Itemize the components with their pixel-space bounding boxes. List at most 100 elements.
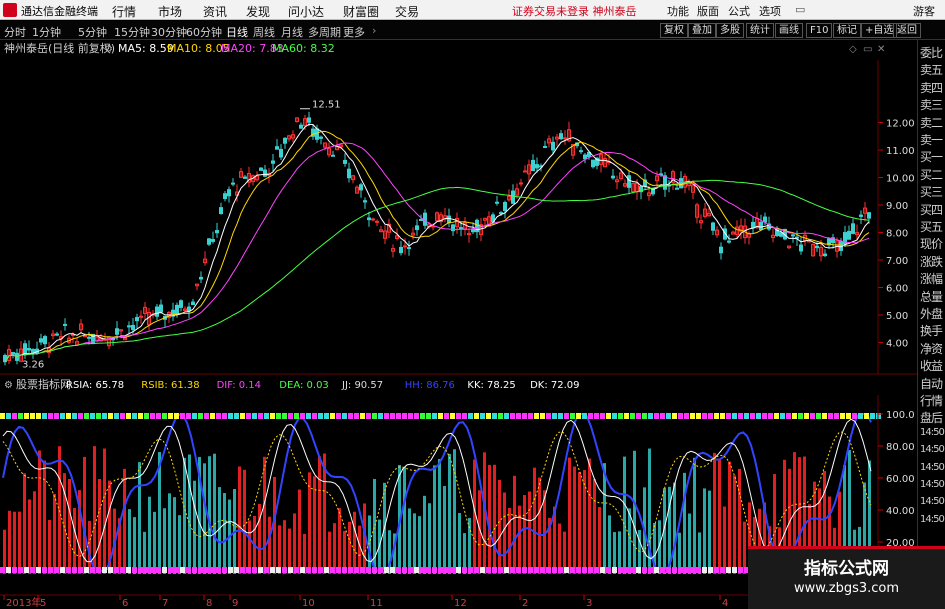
menu-quotes[interactable]: 行情 — [112, 3, 136, 20]
back-button[interactable]: 返回 — [893, 23, 921, 38]
period-daily[interactable]: 日线 — [226, 24, 248, 40]
signal-strip-top — [174, 413, 179, 419]
side-item[interactable]: 买三 — [920, 183, 943, 200]
side-item[interactable]: 14:50 — [920, 496, 945, 507]
side-item[interactable]: 总量 — [920, 288, 943, 305]
side-item[interactable]: 14:50 — [920, 479, 945, 490]
menu-options[interactable]: 选项 — [759, 3, 781, 19]
side-item[interactable]: 14:50 — [920, 514, 945, 525]
signal-strip-bottom — [348, 567, 353, 573]
period-monthly[interactable]: 月线 — [281, 24, 303, 40]
period-1min[interactable]: 1分钟 — [32, 24, 61, 40]
side-item[interactable]: 净资 — [920, 340, 943, 357]
indicator-bar — [503, 492, 506, 574]
side-item[interactable]: 委比 — [920, 44, 943, 61]
indicator-bar — [293, 513, 296, 574]
period-30min[interactable]: 30分钟 — [151, 24, 187, 40]
signal-strip-bottom — [72, 567, 77, 573]
menu-assistant[interactable]: 问小达 — [288, 3, 324, 20]
period-5min[interactable]: 5分钟 — [78, 24, 107, 40]
signal-strip-bottom — [288, 567, 293, 573]
menu-function[interactable]: 功能 — [667, 3, 689, 19]
side-item[interactable]: 14:50 — [920, 427, 945, 438]
period-multi[interactable]: 多周期 — [308, 24, 341, 40]
settings-icon[interactable]: ⚙ — [4, 380, 13, 391]
stats-button[interactable]: 统计 — [746, 23, 774, 38]
settings-icon[interactable]: ⚙ — [104, 44, 113, 55]
adjust-button[interactable]: 复权 — [660, 23, 688, 38]
main-panel-controls: ◇ ▭ ✕ — [849, 44, 885, 55]
menu-news[interactable]: 资讯 — [203, 3, 227, 20]
signal-strip-top — [618, 413, 623, 419]
signal-strip-bottom — [486, 567, 491, 573]
signal-strip-top — [522, 413, 527, 419]
indicator-bar — [703, 488, 706, 574]
multi-stock-button[interactable]: 多股 — [716, 23, 744, 38]
mark-button[interactable]: 标记 — [833, 23, 861, 38]
side-item[interactable]: 现价 — [920, 235, 943, 252]
signal-strip-bottom — [60, 567, 65, 573]
side-item[interactable]: 卖二 — [920, 114, 943, 131]
signal-strip-top — [834, 413, 839, 419]
signal-strip-top — [432, 413, 437, 419]
candle-body — [719, 246, 723, 254]
side-item[interactable]: 外盘 — [920, 305, 943, 322]
side-item[interactable]: 换手 — [920, 322, 943, 339]
menu-formula[interactable]: 公式 — [728, 3, 750, 19]
period-15min[interactable]: 15分钟 — [114, 24, 150, 40]
signal-strip-top — [60, 413, 65, 419]
side-item[interactable]: 买五 — [920, 218, 943, 235]
guest-login[interactable]: 游客 — [913, 3, 935, 19]
kline-chart[interactable]: 神州泰岳(日线 前复权) ⚙ MA5: 8.59 MA10: 8.05 MA20… — [0, 40, 945, 609]
close-icon[interactable]: ✕ — [877, 44, 885, 55]
side-item[interactable]: 盘后 — [920, 409, 943, 426]
indicator-bar — [193, 480, 196, 574]
side-item[interactable]: 买二 — [920, 166, 943, 183]
side-item[interactable]: 收益 — [920, 357, 943, 374]
indicator-bar — [528, 491, 531, 574]
chevron-right-icon[interactable]: › — [372, 24, 376, 37]
side-item[interactable]: 自动 — [920, 375, 943, 392]
indicator-bar — [718, 458, 721, 574]
period-timeshare[interactable]: 分时 — [4, 24, 26, 40]
signal-strip-top — [144, 413, 149, 419]
signal-strip-bottom — [336, 567, 341, 573]
signal-strip-top — [630, 413, 635, 419]
candle-body — [675, 187, 679, 190]
side-item[interactable]: 买一 — [920, 148, 943, 165]
side-item[interactable]: 行情 — [920, 392, 943, 409]
f10-button[interactable]: F10 — [806, 23, 833, 38]
menu-trade[interactable]: 交易 — [395, 3, 419, 20]
signal-strip-bottom — [252, 567, 257, 573]
candle-body — [711, 222, 715, 231]
menu-layout[interactable]: 版面 — [697, 3, 719, 19]
signal-strip-bottom — [360, 567, 365, 573]
side-item[interactable]: 买四 — [920, 201, 943, 218]
side-item[interactable]: 涨跌 — [920, 253, 943, 270]
signal-strip-bottom — [102, 567, 107, 573]
maximize-icon[interactable]: ▭ — [863, 44, 872, 55]
draw-button[interactable]: 画线 — [775, 23, 803, 38]
period-weekly[interactable]: 周线 — [253, 24, 275, 40]
menu-wealth[interactable]: 财富圈 — [343, 3, 379, 20]
menu-market[interactable]: 市场 — [158, 3, 182, 20]
side-item[interactable]: 14:50 — [920, 462, 945, 473]
period-more[interactable]: 更多 — [343, 24, 365, 40]
side-item[interactable]: 涨幅 — [920, 270, 943, 287]
signal-strip-top — [588, 413, 593, 419]
indicator-value-4: JJ: 90.57 — [341, 380, 383, 391]
menu-discover[interactable]: 发现 — [246, 3, 270, 20]
restore-icon[interactable]: ◇ — [849, 44, 857, 55]
minimize-icon[interactable]: ▭ — [795, 3, 805, 16]
overlay-button[interactable]: 叠加 — [688, 23, 716, 38]
side-item[interactable]: 14:50 — [920, 444, 945, 455]
indicator-tick-label: 80.00 — [886, 442, 915, 453]
add-watchlist-button[interactable]: +自选 — [861, 23, 898, 38]
side-item[interactable]: 卖四 — [920, 79, 943, 96]
side-item[interactable]: 卖五 — [920, 61, 943, 78]
period-60min[interactable]: 60分钟 — [186, 24, 222, 40]
side-item[interactable]: 卖一 — [920, 131, 943, 148]
candle-body — [751, 221, 755, 229]
side-item[interactable]: 卖三 — [920, 96, 943, 113]
indicator-bar — [513, 475, 516, 574]
